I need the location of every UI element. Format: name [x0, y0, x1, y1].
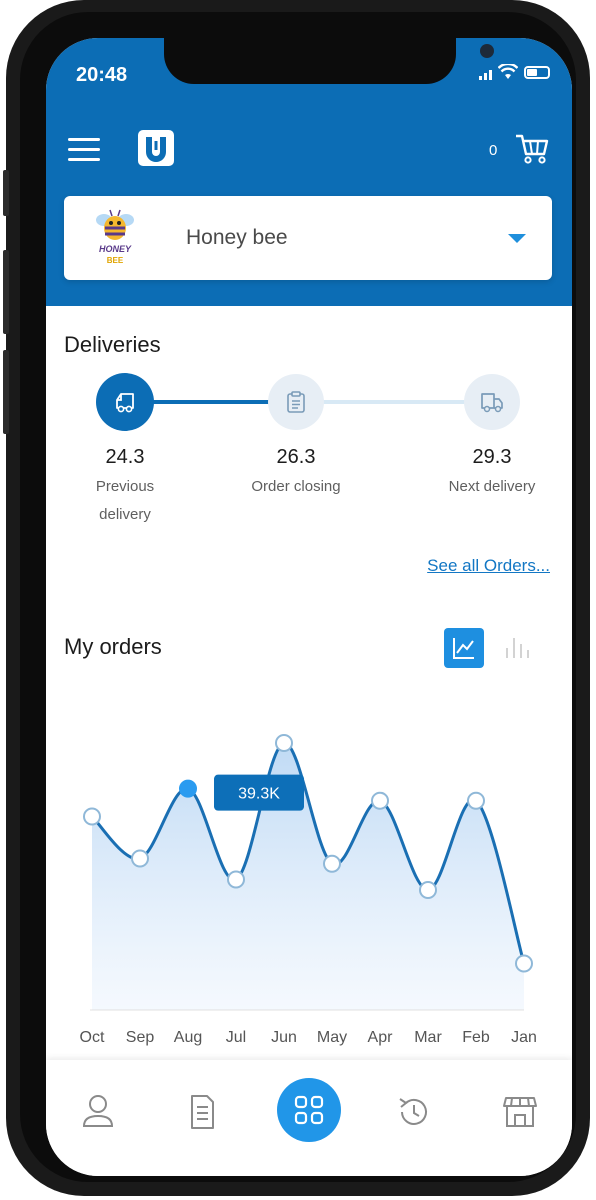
nav-history-button[interactable]: [392, 1090, 436, 1134]
step-date-previous: 24.3: [105, 446, 145, 468]
step-label-previous-line1: Previous: [95, 478, 155, 495]
nav-documents-button[interactable]: [180, 1090, 224, 1134]
profile-icon: [82, 1095, 114, 1127]
phone-volume-up-button: [3, 250, 9, 334]
chart-x-label-jun: Jun: [271, 1029, 297, 1046]
chart-point-jan[interactable]: [515, 954, 533, 973]
chart-point-jun[interactable]: [275, 734, 293, 752]
store-selector[interactable]: HONEY BEE Honey bee: [64, 196, 552, 280]
step-next-delivery[interactable]: [464, 374, 520, 430]
nav-profile-button[interactable]: [76, 1090, 120, 1134]
status-icons: [479, 64, 550, 80]
clipboard-icon: [287, 391, 305, 413]
battery-icon: [524, 65, 550, 79]
chart-x-label-sep: Sep: [126, 1029, 155, 1046]
deliveries-title: Deliveries: [64, 332, 161, 357]
store-logo-text-top: HONEY: [98, 244, 131, 254]
chart-point-sep[interactable]: [131, 849, 149, 868]
chart-tooltip-label: 39.3K: [238, 786, 280, 803]
chart-x-label-jul: Jul: [226, 1029, 246, 1046]
status-time: 20:48: [76, 64, 128, 86]
chart-x-label-mar: Mar: [414, 1029, 442, 1046]
step-previous-delivery[interactable]: [96, 373, 154, 431]
chart-point-oct[interactable]: [83, 807, 101, 826]
chart-point-may[interactable]: [323, 854, 341, 873]
bottom-navigation: [46, 1060, 572, 1176]
phone-volume-down-button: [3, 350, 9, 434]
my-orders-title: My orders: [64, 634, 162, 659]
chart-x-label-may: May: [317, 1029, 347, 1046]
store-icon: [503, 1097, 537, 1127]
see-all-orders-link[interactable]: See all Orders...: [427, 556, 550, 576]
chart-x-label-apr: Apr: [368, 1029, 394, 1046]
step-date-next-delivery: 29.3: [472, 446, 512, 468]
phone-side-button: [3, 170, 9, 216]
bar-chart-icon: [506, 638, 529, 658]
signal-icon: [479, 64, 492, 80]
notch: [164, 38, 494, 84]
step-date-order-closing: 26.3: [276, 446, 316, 468]
front-camera: [480, 44, 494, 58]
line-chart-icon: [453, 638, 474, 659]
store-logo: HONEY BEE: [90, 206, 140, 270]
store-logo-text-bottom: BEE: [106, 256, 124, 265]
chart-x-label-jan: Jan: [511, 1029, 537, 1046]
document-icon: [191, 1095, 214, 1129]
cart-icon[interactable]: [512, 128, 552, 168]
chart-point-feb[interactable]: [467, 791, 485, 810]
chart-point-mar[interactable]: [419, 881, 437, 899]
store-name: Honey bee: [186, 226, 288, 249]
phone-screen: 20:48 0 HONEY BEE Honey bee Deliveries 2…: [46, 38, 572, 1176]
chevron-down-icon: [508, 234, 526, 243]
wifi-icon: [498, 64, 518, 79]
chart-x-label-aug: Aug: [174, 1029, 202, 1046]
chart-point-apr[interactable]: [371, 791, 389, 810]
bar-chart-toggle[interactable]: [502, 630, 532, 666]
truck-icon: [116, 393, 134, 413]
chart-point-jul[interactable]: [227, 870, 245, 889]
app-header: 20:48 0 HONEY BEE Honey bee: [46, 38, 572, 306]
nav-store-button[interactable]: [498, 1090, 542, 1134]
line-chart-toggle[interactable]: [444, 628, 484, 668]
truck-icon: [481, 393, 503, 413]
step-label-previous-line2: delivery: [99, 506, 151, 523]
step-label-order-closing: Order closing: [251, 478, 341, 495]
hamburger-menu-icon[interactable]: [68, 138, 100, 162]
chart-x-label-oct: Oct: [80, 1029, 105, 1046]
my-orders-card: My orders 39.3K Oct Sep Aug Jul Jun May …: [46, 610, 572, 1060]
nav-apps-button[interactable]: [277, 1078, 341, 1142]
deliveries-card: Deliveries 24.3 Previous delivery 26.3 O…: [46, 310, 572, 606]
brand-logo: [138, 130, 174, 166]
apps-grid-icon: [294, 1095, 324, 1125]
cart-count: 0: [489, 142, 498, 159]
history-icon: [399, 1098, 427, 1125]
step-label-next-delivery: Next delivery: [448, 478, 536, 495]
step-order-closing[interactable]: [268, 374, 324, 430]
chart-point-aug[interactable]: [179, 779, 197, 798]
chart-area-fill: [92, 742, 524, 1010]
orders-chart: 39.3K Oct Sep Aug Jul Jun May Apr Mar Feb Jan: [80, 734, 537, 1046]
chart-x-label-feb: Feb: [462, 1029, 490, 1046]
